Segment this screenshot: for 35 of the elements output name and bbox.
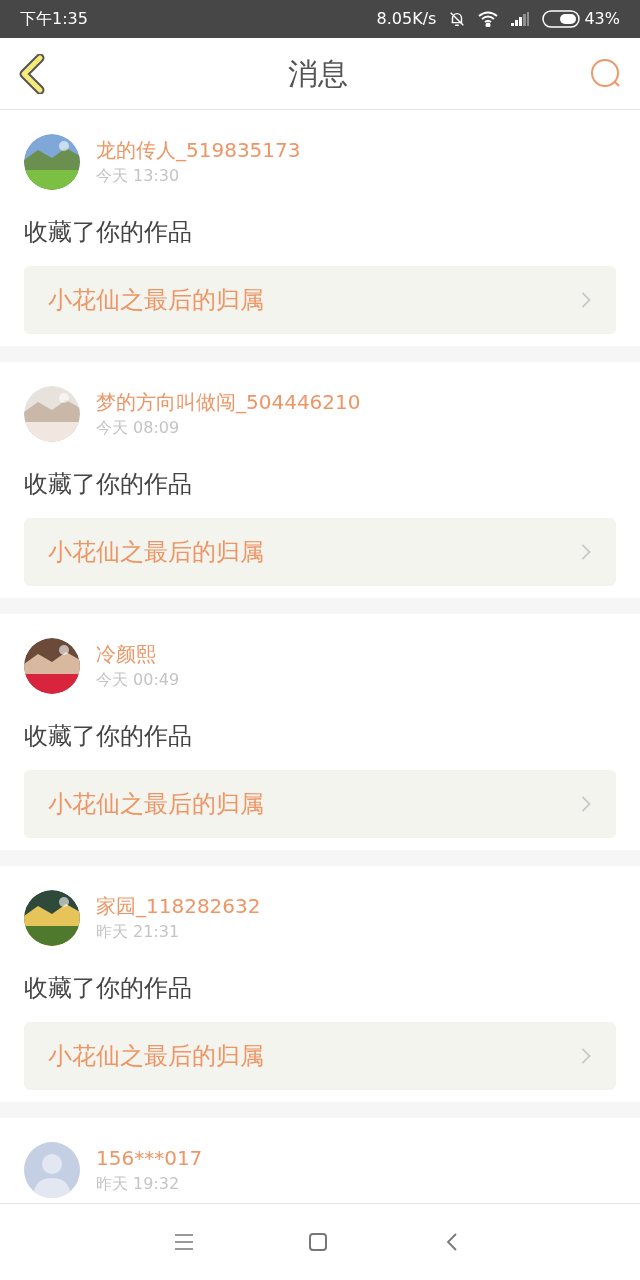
wifi-icon	[478, 11, 499, 27]
message-time: 今天 13:30	[96, 165, 181, 187]
message-time: 昨天 19:32	[96, 1173, 181, 1195]
message-time: 昨天 21:31	[96, 921, 181, 943]
muted-bell-icon	[448, 10, 467, 28]
chevron-right-icon	[580, 1047, 592, 1065]
default-avatar-icon	[24, 1142, 80, 1198]
menu-icon	[174, 1232, 194, 1252]
user-name[interactable]: 冷颜熙	[96, 640, 180, 668]
page-title: 消息	[288, 56, 348, 91]
clock: 下午1:35	[20, 8, 88, 30]
back-icon	[18, 53, 46, 94]
user-name[interactable]: 156***017	[96, 1144, 203, 1172]
chevron-right-icon	[580, 795, 592, 813]
signal-icon	[510, 12, 531, 26]
user-name[interactable]: 龙的传人_519835173	[96, 136, 301, 164]
battery-level: 43%	[584, 8, 620, 30]
message-time: 今天 08:09	[96, 417, 181, 439]
work-link[interactable]: 小花仙之最后的归属	[24, 770, 616, 838]
work-link[interactable]: 小花仙之最后的归属	[24, 1022, 616, 1090]
battery-icon	[542, 10, 581, 28]
message-text: 收藏了你的作品	[24, 973, 193, 1004]
network-speed: 8.05K/s	[376, 8, 437, 30]
work-link[interactable]: 小花仙之最后的归属	[24, 266, 616, 334]
search-icon	[590, 57, 622, 90]
chevron-right-icon	[580, 291, 592, 309]
user-name[interactable]: 梦的方向叫做闯_504446210	[96, 388, 361, 416]
message-text: 收藏了你的作品	[24, 469, 193, 500]
work-link[interactable]: 小花仙之最后的归属	[24, 518, 616, 586]
square-icon	[308, 1232, 328, 1252]
message-time: 今天 00:49	[96, 669, 180, 691]
chevron-right-icon	[580, 543, 592, 561]
message-text: 收藏了你的作品	[24, 217, 193, 248]
message-text: 收藏了你的作品	[24, 721, 193, 752]
user-name[interactable]: 家园_118282632	[96, 892, 261, 920]
